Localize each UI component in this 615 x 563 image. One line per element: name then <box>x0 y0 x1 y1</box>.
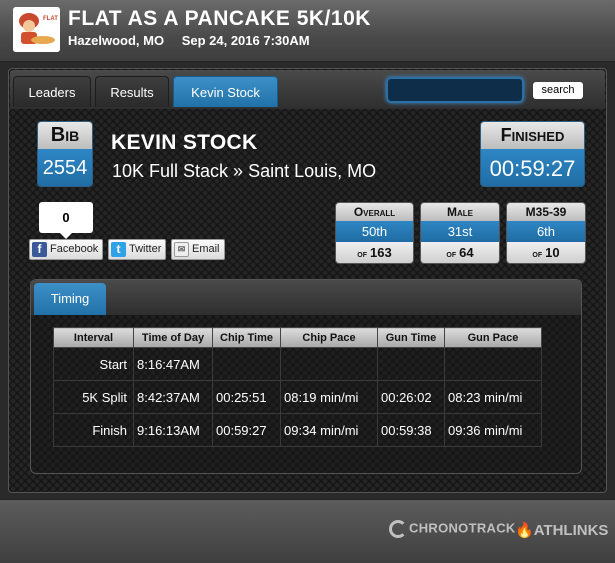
tab-runner[interactable]: Kevin Stock <box>173 76 278 107</box>
table-cell: Finish <box>53 413 134 447</box>
table-cell <box>280 347 378 381</box>
search-box <box>386 77 524 103</box>
rank-overall-total-row: of 163 <box>336 242 413 263</box>
event-title: FLAT AS A PANCAKE 5K/10K <box>68 7 371 30</box>
timing-header-row: Interval Time of Day Chip Time Chip Pace… <box>53 327 542 348</box>
table-cell: 08:23 min/mi <box>444 380 542 414</box>
rank-overall: Overall 50th of 163 <box>335 202 414 264</box>
table-cell: 09:36 min/mi <box>444 413 542 447</box>
column-header: Gun Pace <box>444 327 542 348</box>
table-cell: 8:42:37AM <box>133 380 213 414</box>
chronotrack-logo[interactable]: CHRONOTRACK <box>389 520 516 538</box>
table-cell: 00:25:51 <box>212 380 281 414</box>
table-cell: 08:19 min/mi <box>280 380 378 414</box>
table-cell: 5K Split <box>53 380 134 414</box>
rank-gender-place: 31st <box>421 221 499 242</box>
results-panel: Leaders Results Kevin Stock search Bib 2… <box>8 68 607 493</box>
athlinks-logo[interactable]: 🔥ATHLINKS <box>515 521 608 539</box>
timing-tab-bar: Timing <box>31 280 581 315</box>
footer: CHRONOTRACK 🔥ATHLINKS <box>0 499 615 563</box>
column-header: Interval <box>53 327 134 348</box>
tab-leaders[interactable]: Leaders <box>13 76 91 107</box>
share-count: 0 <box>39 202 93 239</box>
rank-division-total: 10 <box>545 245 560 260</box>
table-cell: Start <box>53 347 134 381</box>
svg-text:FLAT: FLAT <box>43 16 58 22</box>
table-cell: 00:59:38 <box>377 413 445 447</box>
column-header: Chip Time <box>212 327 281 348</box>
table-row: Finish 9:16:13AM 00:59:27 09:34 min/mi 0… <box>53 413 542 447</box>
table-cell: 00:26:02 <box>377 380 445 414</box>
chronotrack-icon <box>389 520 407 538</box>
finished-label: Finished <box>481 122 584 149</box>
search-input[interactable] <box>388 79 522 101</box>
event-logo: FLAT <box>13 7 60 52</box>
rank-overall-total: 163 <box>370 245 392 260</box>
twitter-label: Twitter <box>129 243 162 255</box>
email-icon: ✉ <box>174 242 189 257</box>
of-label: of <box>446 249 457 260</box>
event-location: Hazelwood, MO <box>68 33 165 48</box>
finished-time: 00:59:27 <box>481 149 584 186</box>
email-label: Email <box>192 243 220 255</box>
rank-division-place: 6th <box>507 221 585 242</box>
table-row: 5K Split 8:42:37AM 00:25:51 08:19 min/mi… <box>53 380 542 414</box>
event-datetime: Sep 24, 2016 7:30AM <box>181 33 310 48</box>
flame-icon: 🔥 <box>515 522 534 539</box>
table-cell: 9:16:13AM <box>133 413 213 447</box>
rank-division-title: M35-39 <box>507 203 585 221</box>
facebook-share-button[interactable]: f Facebook <box>29 239 103 260</box>
facebook-icon: f <box>32 242 47 257</box>
of-label: of <box>532 249 543 260</box>
rank-gender: Male 31st of 64 <box>420 202 500 264</box>
tab-timing[interactable]: Timing <box>34 283 106 315</box>
table-cell <box>212 347 281 381</box>
rank-gender-title: Male <box>421 203 499 221</box>
event-subtitle: Hazelwood, MO Sep 24, 2016 7:30AM <box>68 33 324 48</box>
bib-box: Bib 2554 <box>37 121 93 187</box>
column-header: Chip Pace <box>280 327 378 348</box>
table-cell <box>377 347 445 381</box>
twitter-icon: t <box>111 242 126 257</box>
tab-results[interactable]: Results <box>95 76 169 107</box>
runner-name: KEVIN STOCK <box>111 131 258 154</box>
event-header: FLAT FLAT AS A PANCAKE 5K/10K Hazelwood,… <box>0 0 615 62</box>
chronotrack-label: CHRONOTRACK <box>409 520 516 536</box>
rank-division: M35-39 6th of 10 <box>506 202 586 264</box>
bib-label: Bib <box>38 122 92 149</box>
search-button[interactable]: search <box>533 82 583 99</box>
table-cell <box>444 347 542 381</box>
rank-gender-total: 64 <box>459 245 474 260</box>
rank-overall-title: Overall <box>336 203 413 221</box>
finished-box: Finished 00:59:27 <box>480 121 585 187</box>
of-label: of <box>357 249 368 260</box>
table-row: Start 8:16:47AM <box>53 347 542 381</box>
timing-table: Interval Time of Day Chip Time Chip Pace… <box>53 327 542 447</box>
bib-number: 2554 <box>38 149 92 186</box>
facebook-label: Facebook <box>50 243 99 255</box>
rank-division-total-row: of 10 <box>507 242 585 263</box>
column-header: Time of Day <box>133 327 213 348</box>
timing-panel: Timing Interval Time of Day Chip Time Ch… <box>30 279 582 474</box>
athlinks-label: ATHLINKS <box>533 522 609 539</box>
table-cell: 8:16:47AM <box>133 347 213 381</box>
column-header: Gun Time <box>377 327 445 348</box>
rank-overall-place: 50th <box>336 221 413 242</box>
table-cell: 09:34 min/mi <box>280 413 378 447</box>
rank-gender-total-row: of 64 <box>421 242 499 263</box>
tab-bar: Leaders Results Kevin Stock search <box>10 70 605 109</box>
runner-race: 10K Full Stack » Saint Louis, MO <box>112 161 377 181</box>
table-cell: 00:59:27 <box>212 413 281 447</box>
twitter-share-button[interactable]: t Twitter <box>108 239 166 260</box>
email-share-button[interactable]: ✉ Email <box>171 239 225 260</box>
